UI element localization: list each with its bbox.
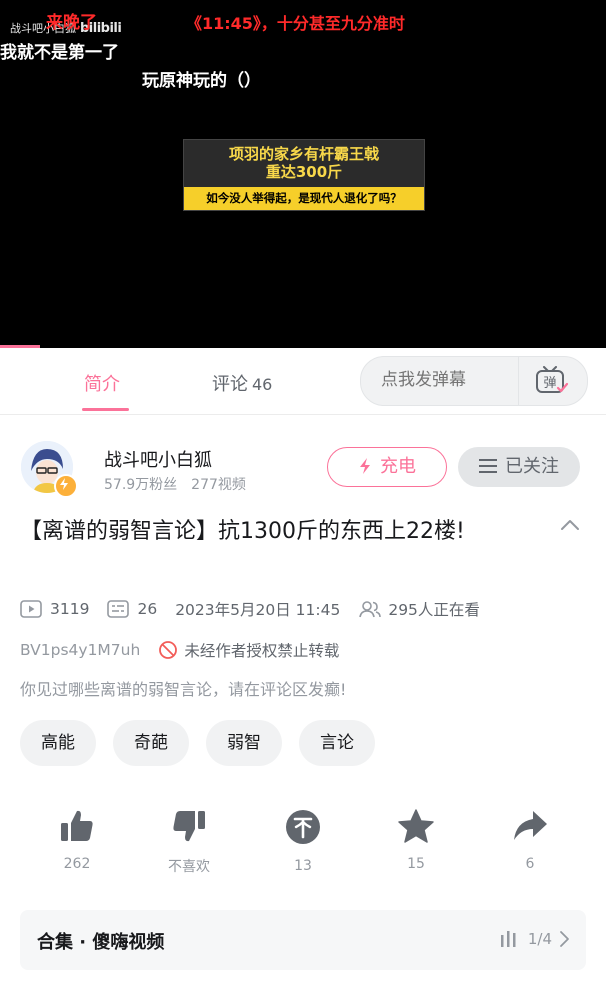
danmaku-count: 26 (137, 600, 158, 618)
caption-title: 项羽的家乡有杆霸王戟 重达300斤 (184, 140, 424, 187)
coin-button[interactable]: 13 (263, 808, 343, 874)
chevron-right-icon (560, 931, 569, 947)
watching-count: 295人正在看 (388, 601, 480, 619)
tag-item[interactable]: 高能 (20, 720, 96, 766)
watching-stat: 295人正在看 (358, 598, 480, 620)
danmaku-tv-icon: 弹 (536, 366, 569, 393)
thumbs-up-icon (61, 810, 93, 841)
lightning-icon (360, 458, 370, 474)
author-videos: 277视频 (191, 477, 246, 493)
menu-lines-icon (479, 459, 497, 473)
follow-button[interactable]: 已关注 (458, 447, 580, 487)
bvid[interactable]: BV1ps4y1M7uh (20, 641, 140, 659)
danmaku-comment: 我就不是第一了 (0, 43, 119, 63)
share-arrow-icon (514, 811, 547, 840)
danmaku-send-box: 弹 (360, 356, 588, 406)
video-id-row: BV1ps4y1M7uh 未经作者授权禁止转载 (20, 639, 339, 661)
share-button[interactable]: 6 (490, 808, 570, 872)
people-icon (359, 601, 382, 618)
author-fans: 57.9万粉丝 (104, 477, 178, 493)
danmaku-count-icon (107, 600, 130, 618)
danmaku-stat: 26 (107, 600, 157, 618)
collection-progress: 1/4 (500, 929, 572, 949)
play-count-icon (20, 600, 42, 618)
video-title: 【离谱的弱智言论】抗1300斤的东西上22楼! (20, 519, 465, 544)
verified-badge-icon (54, 474, 78, 498)
coin-icon (286, 810, 320, 844)
collection-progress-label: 1/4 (527, 930, 552, 948)
views-count: 3119 (50, 600, 90, 618)
tag-item[interactable]: 弱智 (206, 720, 282, 766)
author-stats: 57.9万粉丝 277视频 (104, 474, 246, 494)
collection-title: 合集 · 傻嗨视频 (37, 932, 165, 953)
video-player[interactable]: 战斗吧小白狐 bilibili 来晚了 《11:45》，十分甚至九分准时 我就不是… (0, 0, 606, 348)
charge-button[interactable]: 充电 (327, 447, 447, 487)
danmaku-comment: 《11:45》，十分甚至九分准时 (186, 14, 405, 33)
caption-subtitle: 如今没人举得起，是现代人退化了吗？ (184, 187, 424, 210)
video-stats: 3119 26 2023年5月20日 11:45 295人正在看 (20, 598, 498, 620)
tab-comments-label: 评论 (212, 374, 248, 395)
danmaku-input[interactable] (381, 370, 511, 390)
tag-item[interactable]: 言论 (299, 720, 375, 766)
action-bar: 262 不喜欢 13 15 6 (0, 808, 606, 878)
tab-intro[interactable]: 简介 (84, 370, 120, 396)
favorite-count: 15 (407, 856, 425, 872)
danmaku-comment: 来晚了 (46, 13, 97, 33)
coin-count: 13 (294, 858, 312, 874)
share-count: 6 (525, 856, 535, 872)
tab-comments[interactable]: 评论 46 (212, 370, 272, 396)
chevron-up-icon[interactable] (558, 514, 582, 538)
tag-item[interactable]: 奇葩 (113, 720, 189, 766)
follow-label: 已关注 (505, 456, 559, 477)
star-icon (398, 809, 434, 843)
publish-date: 2023年5月20日 11:45 (175, 601, 341, 619)
comments-count: 46 (252, 375, 273, 394)
active-tab-indicator (82, 408, 129, 411)
video-description: 你见过哪些离谱的弱智言论，请在评论区发癫! (20, 680, 347, 699)
dislike-button[interactable]: 不喜欢 (149, 808, 229, 876)
charge-label: 充电 (380, 456, 416, 477)
author-name[interactable]: 战斗吧小白狐 (104, 446, 212, 472)
tag-list: 高能 奇葩 弱智 言论 (20, 720, 392, 766)
collection-card[interactable]: 合集 · 傻嗨视频 1/4 (20, 910, 586, 970)
copyright-notice: 未经作者授权禁止转载 (158, 639, 339, 661)
danmaku-settings-button[interactable]: 弹 (531, 366, 571, 396)
thumbs-down-icon (173, 811, 205, 842)
like-count: 262 (63, 856, 91, 872)
dislike-label: 不喜欢 (168, 859, 210, 875)
divider (518, 357, 519, 405)
playlist-bars-icon (500, 931, 516, 947)
danmaku-button-label: 弹 (543, 376, 556, 391)
favorite-button[interactable]: 15 (376, 808, 456, 872)
video-frame-caption: 项羽的家乡有杆霸王戟 重达300斤 如今没人举得起，是现代人退化了吗？ (183, 139, 425, 211)
tab-bar: 简介 评论46 弹 (0, 348, 606, 415)
views-stat: 3119 (20, 600, 89, 618)
danmaku-comment: 玩原神玩的（） (142, 71, 261, 91)
copyright-label: 未经作者授权禁止转载 (184, 642, 340, 660)
forbidden-icon (159, 641, 178, 659)
like-button[interactable]: 262 (37, 808, 117, 872)
